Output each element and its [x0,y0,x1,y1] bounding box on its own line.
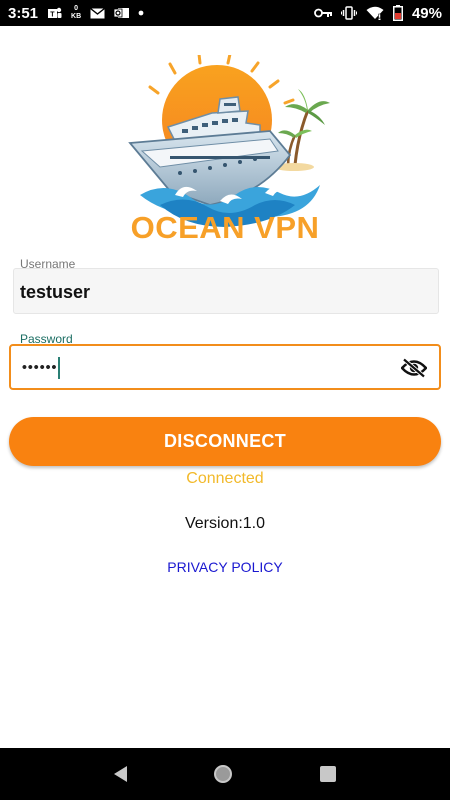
password-value: •••••• [22,357,61,379]
svg-text:T: T [50,11,55,18]
vibrate-icon [340,6,357,20]
mail-icon [90,7,106,19]
kb-speed-icon: 0 KB [71,5,81,21]
recents-icon[interactable] [320,766,337,782]
vpn-key-icon [314,8,332,18]
navigation-bar [0,748,450,800]
text-caret [58,357,61,379]
data-speed-unit: KB [71,13,82,20]
password-mask: •••••• [22,358,58,375]
version-label: Version:1.0 [184,515,266,532]
back-icon[interactable] [113,766,127,782]
username-value: testuser [20,282,91,302]
privacy-policy-link[interactable]: PRIVACY POLICY [0,559,450,575]
data-speed-value: 0 [74,5,79,12]
outlook-icon [114,7,130,19]
visibility-off-icon[interactable] [400,357,428,379]
battery-icon [392,5,403,21]
app-brand-title: OCEAN VPN [130,210,320,245]
connection-status: Connected [186,470,264,487]
dot-icon [138,10,144,16]
disconnect-button[interactable]: DISCONNECT [9,417,441,466]
status-time: 3:51 [8,4,39,22]
wifi-icon [366,6,384,20]
home-icon[interactable] [214,765,233,783]
password-field[interactable]: •••••• [9,344,441,390]
teams-icon: T [48,7,62,20]
battery-percentage: 49% [411,4,442,22]
status-bar: 3:51 T 0 KB 49% [0,0,450,26]
